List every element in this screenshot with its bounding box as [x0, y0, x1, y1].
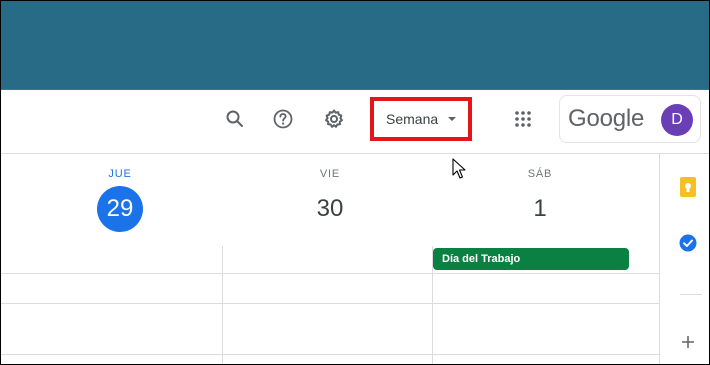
search-button[interactable] — [219, 103, 251, 135]
day-name: SÁB — [527, 168, 553, 180]
keep-icon — [680, 177, 696, 197]
day-header-sat[interactable]: SÁB 1 — [460, 166, 620, 232]
grid-line — [1, 273, 659, 274]
day-number[interactable]: 30 — [307, 186, 353, 232]
apps-button[interactable] — [507, 103, 539, 135]
view-selector-dropdown[interactable]: Semana — [370, 97, 472, 141]
plus-icon — [682, 336, 694, 348]
help-button[interactable] — [267, 103, 299, 135]
settings-button[interactable] — [318, 103, 350, 135]
chevron-down-icon — [448, 117, 457, 121]
day-column-divider — [432, 246, 433, 364]
grid-line — [1, 303, 659, 304]
day-number[interactable]: 1 — [517, 186, 563, 232]
day-name: VIE — [319, 168, 341, 180]
keep-button[interactable] — [672, 171, 704, 203]
day-number-today[interactable]: 29 — [97, 186, 143, 232]
google-logo: Google — [568, 105, 645, 132]
day-header-thu[interactable]: JUE 29 — [40, 166, 200, 232]
side-panel-divider — [680, 294, 702, 295]
search-icon — [226, 110, 243, 127]
avatar[interactable]: D — [661, 104, 693, 136]
calendar-header: Semana Google D — [1, 90, 709, 154]
apps-grid-icon — [515, 111, 531, 127]
help-icon — [273, 109, 293, 129]
tasks-icon — [679, 234, 697, 252]
gear-icon — [325, 109, 343, 128]
tasks-button[interactable] — [672, 227, 704, 259]
all-day-event[interactable]: Día del Trabajo — [433, 248, 629, 270]
top-banner — [1, 1, 709, 90]
day-header-fri[interactable]: VIE 30 — [250, 166, 410, 232]
google-account-area: Google D — [559, 95, 701, 143]
day-name: JUE — [108, 168, 132, 180]
day-column-divider — [222, 246, 223, 364]
calendar-window: Semana Google D JUE 29 VIE 30 SÁB 1 Día … — [0, 0, 710, 365]
add-addon-button[interactable] — [672, 326, 704, 358]
side-panel — [659, 154, 709, 364]
grid-line — [1, 354, 659, 355]
view-selector-label: Semana — [386, 111, 439, 127]
